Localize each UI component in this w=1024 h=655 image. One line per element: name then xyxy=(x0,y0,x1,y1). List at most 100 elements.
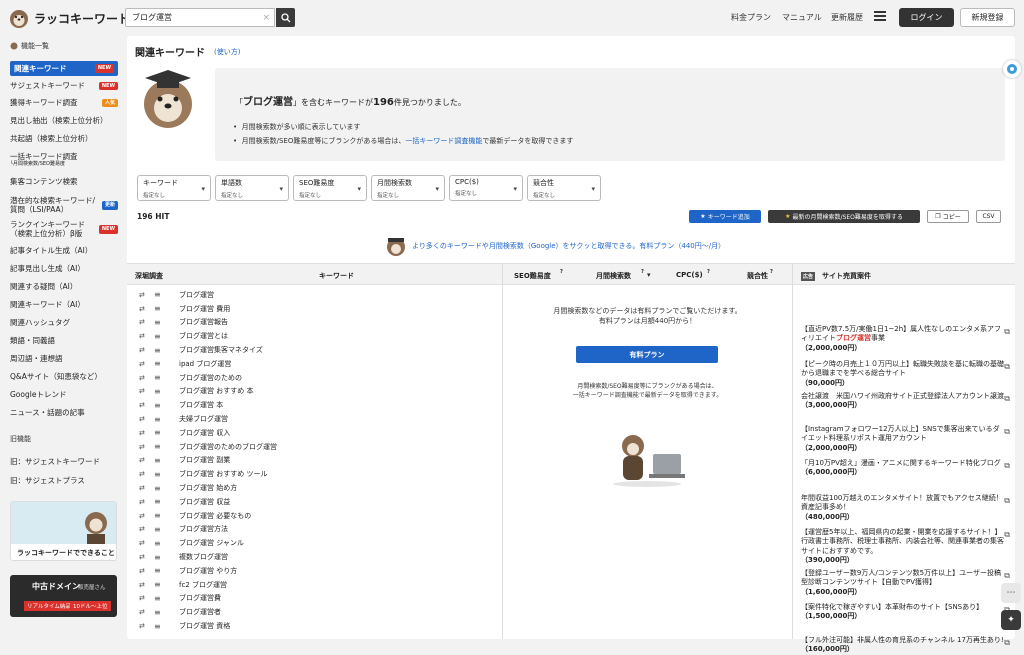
keyword-cell[interactable]: ブログ運営 費用 xyxy=(179,304,230,314)
sidebar-item[interactable]: Googleトレンド xyxy=(10,390,118,399)
dig-icon[interactable]: ⇄ xyxy=(139,470,145,478)
table-row[interactable]: ⇄ ≡ ブログ運営 資格 xyxy=(127,619,502,633)
filter-dropdown[interactable]: SEO難易度 指定なし ▾ xyxy=(293,175,367,201)
menu-icon[interactable]: ≡ xyxy=(154,566,161,575)
table-row[interactable]: ⇄ ≡ ブログ運営費 xyxy=(127,592,502,606)
table-row[interactable]: ⇄ ≡ 複数ブログ運営 xyxy=(127,550,502,564)
sidebar-item[interactable]: 獲得キーワード調査 人気 xyxy=(10,98,118,107)
nav-changelog[interactable]: 更新履歴 xyxy=(831,12,863,23)
menu-icon[interactable]: ≡ xyxy=(154,290,161,299)
sidebar-item[interactable]: 潜在的な検索キーワード/質問（LSI/PAA） 更新 xyxy=(10,196,118,215)
table-row[interactable]: ⇄ ≡ ブログ運営とは xyxy=(127,329,502,343)
site-listing-item[interactable]: 年間収益100万越えのエンタメサイト！放置でもアクセス継続！資産記事多め！ （48… xyxy=(801,494,1010,522)
help-icon[interactable]: ? xyxy=(560,269,563,275)
keyword-cell[interactable]: ブログ運営 必要なもの xyxy=(179,511,251,521)
table-row[interactable]: ⇄ ≡ ブログ運営 始め方 xyxy=(127,481,502,495)
site-listing-item[interactable]: 【ピーク時の月売上１０万円以上】転職失敗談を基に転職の基礎から退職までを学べる総… xyxy=(801,360,1010,388)
site-listing-item[interactable]: 【案件特化で稼ぎやすい】本革財布のサイト【SNSあり】（1,500,000円）⧉ xyxy=(801,603,1010,622)
keyword-cell[interactable]: ブログ運営のためのブログ運営 xyxy=(179,442,277,452)
dig-icon[interactable]: ⇄ xyxy=(139,360,145,368)
menu-icon[interactable]: ≡ xyxy=(154,346,161,355)
keyword-cell[interactable]: ブログ運営 おすすめ 本 xyxy=(179,386,253,396)
table-row[interactable]: ⇄ ≡ ブログ運営集客マネタイズ xyxy=(127,343,502,357)
fetch-latest-button[interactable]: ★ 最新の月間検索数/SEO難易度を取得する xyxy=(768,210,920,223)
banner-what-you-can-do[interactable]: ラッコキーワードでできること xyxy=(10,501,117,561)
menu-icon[interactable]: ≡ xyxy=(154,428,161,437)
table-row[interactable]: ⇄ ≡ ブログ運営方法 xyxy=(127,523,502,537)
filter-dropdown[interactable]: 月間検索数 指定なし ▾ xyxy=(371,175,445,201)
menu-icon[interactable]: ≡ xyxy=(154,359,161,368)
table-row[interactable]: ⇄ ≡ ブログ運営 副業 xyxy=(127,454,502,468)
sidebar-item[interactable]: 共起語（検索上位分析） xyxy=(10,134,118,143)
menu-icon[interactable]: ≡ xyxy=(154,332,161,341)
hamburger-menu-icon[interactable] xyxy=(874,11,886,21)
site-listing-item[interactable]: 【運営歴5年以上、福岡県内の起業・開業を応援するサイト！】行政書士事務所、税理士… xyxy=(801,528,1010,566)
keyword-cell[interactable]: ブログ運営のための xyxy=(179,373,242,383)
logo[interactable]: ラッコキーワード xyxy=(8,7,130,29)
bulk-keyword-link[interactable]: 一括キーワード調査機能 xyxy=(405,137,482,145)
external-link-icon[interactable]: ⧉ xyxy=(1004,362,1010,373)
menu-icon[interactable]: ≡ xyxy=(154,608,161,617)
keyword-cell[interactable]: ブログ運営 xyxy=(179,290,214,300)
filter-dropdown[interactable]: CPC($) 指定なし ▾ xyxy=(449,175,523,201)
keyword-cell[interactable]: ブログ運営者 xyxy=(179,607,221,617)
sparkle-icon[interactable]: ✦ xyxy=(1001,610,1021,630)
table-row[interactable]: ⇄ ≡ ブログ運営 費用 xyxy=(127,302,502,316)
dig-icon[interactable]: ⇄ xyxy=(139,443,145,451)
site-listing-item[interactable]: 【Instagramフォロワー12万人以上】SNSで集客出来ているダイエット料理… xyxy=(801,425,1010,453)
copy-button[interactable]: ❐ コピー xyxy=(927,210,969,223)
sidebar-item[interactable]: 一括キーワード調査 └月間検索数/SEO難易度 xyxy=(10,152,118,168)
keyword-cell[interactable]: ブログ運営 副業 xyxy=(179,455,230,465)
table-row[interactable]: ⇄ ≡ ブログ運営 おすすめ ツール xyxy=(127,467,502,481)
keyword-cell[interactable]: ブログ運営 収益 xyxy=(179,497,230,507)
dig-icon[interactable]: ⇄ xyxy=(139,374,145,382)
keyword-cell[interactable]: fc2 ブログ運営 xyxy=(179,580,227,590)
dig-icon[interactable]: ⇄ xyxy=(139,456,145,464)
external-link-icon[interactable]: ⧉ xyxy=(1004,638,1010,649)
site-listing-item[interactable]: 【登録ユーザー数9万人/コンテンツ数5万件以上】ユーザー投稿型診断コンテンツサイ… xyxy=(801,569,1010,597)
keyword-cell[interactable]: ブログ運営 ジャンル xyxy=(179,538,244,548)
menu-icon[interactable]: ≡ xyxy=(154,318,161,327)
sort-desc-icon[interactable]: ▾ xyxy=(647,271,651,279)
search-input[interactable]: ブログ運営 × xyxy=(125,8,275,27)
col-keyword[interactable]: キーワード xyxy=(319,271,354,281)
site-listing-item[interactable]: 「月10万PV超え」漫画・アニメに関するキーワード特化ブログ （6,000,000… xyxy=(801,459,1010,478)
sidebar-item[interactable]: ニュース・話題の記事 xyxy=(10,408,118,417)
dig-icon[interactable]: ⇄ xyxy=(139,608,145,616)
dig-icon[interactable]: ⇄ xyxy=(139,332,145,340)
menu-icon[interactable]: ≡ xyxy=(154,594,161,603)
table-row[interactable]: ⇄ ≡ ブログ運営 おすすめ 本 xyxy=(127,385,502,399)
table-row[interactable]: ⇄ ≡ 夫婦ブログ運営 xyxy=(127,412,502,426)
sidebar-item[interactable]: 関連ハッシュタグ xyxy=(10,318,118,327)
sidebar-item[interactable]: 関連する疑問（AI） xyxy=(10,282,118,291)
dig-icon[interactable]: ⇄ xyxy=(139,484,145,492)
add-keyword-button[interactable]: ★ キーワード追加 xyxy=(689,210,761,223)
menu-icon[interactable]: ≡ xyxy=(154,525,161,534)
menu-icon[interactable]: ≡ xyxy=(154,497,161,506)
keyword-cell[interactable]: ipad ブログ運営 xyxy=(179,359,231,369)
signup-button[interactable]: 新規登録 xyxy=(960,8,1015,27)
dig-icon[interactable]: ⇄ xyxy=(139,594,145,602)
menu-icon[interactable]: ≡ xyxy=(154,373,161,382)
site-listing-item[interactable]: 会社譲渡 米国ハワイ州政府サイト正式登録法人アカウント譲渡 （3,000,000円… xyxy=(801,392,1010,411)
table-row[interactable]: ⇄ ≡ ブログ運営者 xyxy=(127,605,502,619)
table-row[interactable]: ⇄ ≡ ブログ運営 ジャンル xyxy=(127,536,502,550)
sidebar-item[interactable]: ランクインキーワード （検索上位分析）β版 NEW xyxy=(10,220,118,239)
external-link-icon[interactable]: ⧉ xyxy=(1004,461,1010,472)
table-row[interactable]: ⇄ ≡ ブログ運営のための xyxy=(127,371,502,385)
keyword-cell[interactable]: ブログ運営 やり方 xyxy=(179,566,237,576)
col-cpc[interactable]: CPC($) xyxy=(676,271,703,279)
paid-plan-button[interactable]: 有料プラン xyxy=(576,346,718,363)
menu-icon[interactable]: ≡ xyxy=(154,622,161,631)
filter-dropdown[interactable]: キーワード 指定なし ▾ xyxy=(137,175,211,201)
usage-link[interactable]: (使い方) xyxy=(214,47,240,57)
keyword-cell[interactable]: ブログ運営費 xyxy=(179,593,221,603)
sidebar-item[interactable]: 周辺語・連想語 xyxy=(10,354,118,363)
dig-icon[interactable]: ⇄ xyxy=(139,429,145,437)
search-button[interactable] xyxy=(276,8,295,27)
external-link-icon[interactable]: ⧉ xyxy=(1004,327,1010,338)
col-monthly-search[interactable]: 月間検索数 xyxy=(596,271,631,281)
external-link-icon[interactable]: ⧉ xyxy=(1004,571,1010,582)
table-row[interactable]: ⇄ ≡ ブログ運営 xyxy=(127,288,502,302)
dig-icon[interactable]: ⇄ xyxy=(139,387,145,395)
